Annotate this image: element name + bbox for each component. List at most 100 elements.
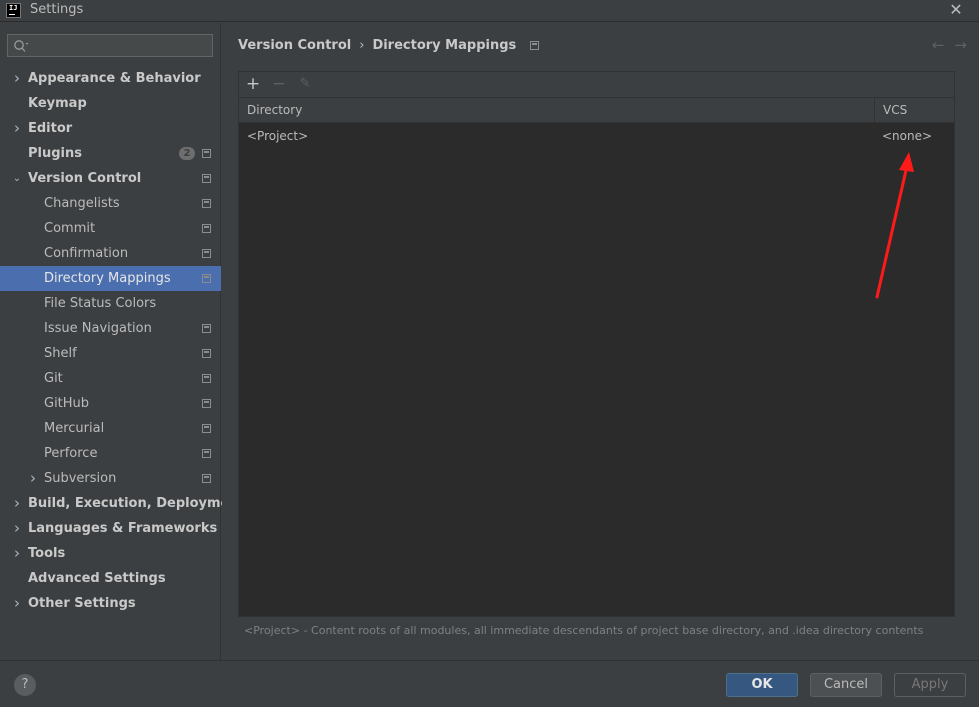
- breadcrumb: Version Control › Directory Mappings: [238, 38, 540, 53]
- project-settings-icon: [202, 374, 211, 383]
- sidebar-item-label: Git: [44, 371, 63, 386]
- intellij-logo-icon: IJ: [6, 3, 21, 18]
- chevron-right-icon[interactable]: ›: [12, 66, 22, 91]
- project-settings-icon: [202, 274, 211, 283]
- project-settings-icon: [202, 149, 211, 158]
- sidebar-item-tools[interactable]: › Tools: [0, 541, 221, 566]
- ok-button[interactable]: OK: [726, 673, 798, 697]
- project-settings-icon: [202, 224, 211, 233]
- sidebar-item-label: Languages & Frameworks: [28, 521, 218, 536]
- project-settings-icon: [202, 249, 211, 258]
- sidebar-item-label: Confirmation: [44, 246, 129, 261]
- title-bar: IJ Settings ✕: [0, 0, 979, 22]
- dialog-footer: ? OK Cancel Apply: [0, 660, 979, 707]
- sidebar-item-label: Changelists: [44, 196, 120, 211]
- edit-mapping-button[interactable]: ✎: [295, 74, 315, 94]
- chevron-right-icon[interactable]: ›: [12, 516, 22, 541]
- project-settings-icon: [202, 324, 211, 333]
- search-input[interactable]: [34, 36, 210, 55]
- sidebar-item-label: Keymap: [28, 96, 87, 111]
- directory-cell[interactable]: <Project>: [247, 124, 308, 148]
- sidebar-item-keymap[interactable]: Keymap: [0, 91, 221, 116]
- sidebar-item-version-control[interactable]: ⌄ Version Control: [0, 166, 221, 191]
- sidebar-item-label: Appearance & Behavior: [28, 71, 201, 86]
- sidebar-item-directory-mappings[interactable]: Directory Mappings: [0, 266, 221, 291]
- project-settings-icon: [202, 199, 211, 208]
- directory-mappings-panel: + − ✎ Directory VCS <Project> <none>: [238, 71, 955, 617]
- navigation-arrows: ← →: [922, 36, 967, 54]
- sidebar-item-label: Perforce: [44, 446, 98, 461]
- sidebar-item-label: Build, Execution, Deployment: [28, 496, 245, 511]
- sidebar-item-label: Mercurial: [44, 421, 105, 436]
- chevron-right-icon[interactable]: ›: [12, 591, 22, 616]
- settings-sidebar: › Appearance & Behavior Keymap › Editor Plugi…: [0, 23, 245, 660]
- sidebar-item-other-settings[interactable]: › Other Settings: [0, 591, 221, 616]
- sidebar-item-label: Version Control: [28, 171, 142, 186]
- forward-arrow-icon[interactable]: →: [954, 36, 967, 54]
- sidebar-item-changelists[interactable]: Changelists: [0, 191, 221, 216]
- sidebar-item-confirmation[interactable]: Confirmation: [0, 241, 221, 266]
- project-settings-icon: [202, 349, 211, 358]
- sidebar-item-appearance-behavior[interactable]: › Appearance & Behavior: [0, 66, 221, 91]
- settings-search-field[interactable]: [7, 34, 213, 57]
- sidebar-item-advanced-settings[interactable]: Advanced Settings: [0, 566, 221, 591]
- column-header-directory[interactable]: Directory: [239, 98, 875, 122]
- sidebar-item-mercurial[interactable]: Mercurial: [0, 416, 221, 441]
- help-button[interactable]: ?: [14, 674, 36, 696]
- breadcrumb-current: Directory Mappings: [372, 38, 517, 53]
- sidebar-item-label: Shelf: [44, 346, 77, 361]
- project-settings-icon: [530, 41, 540, 50]
- settings-tree: › Appearance & Behavior Keymap › Editor Plugi…: [0, 66, 245, 616]
- sidebar-item-label: File Status Colors: [44, 296, 157, 311]
- sidebar-item-file-status-colors[interactable]: File Status Colors: [0, 291, 221, 316]
- chevron-down-icon[interactable]: ⌄: [12, 166, 22, 191]
- updates-count-badge: 2: [179, 147, 195, 160]
- sidebar-item-issue-navigation[interactable]: Issue Navigation: [0, 316, 221, 341]
- sidebar-item-label: Directory Mappings: [44, 271, 171, 286]
- vcs-cell[interactable]: <none>: [882, 124, 932, 148]
- sidebar-item-shelf[interactable]: Shelf: [0, 341, 221, 366]
- sidebar-item-plugins[interactable]: Plugins 2: [0, 141, 221, 166]
- sidebar-item-editor[interactable]: › Editor: [0, 116, 221, 141]
- column-header-vcs[interactable]: VCS: [875, 98, 954, 122]
- sidebar-item-git[interactable]: Git: [0, 366, 221, 391]
- sidebar-item-perforce[interactable]: Perforce: [0, 441, 221, 466]
- sidebar-item-label: Editor: [28, 121, 73, 136]
- table-header: Directory VCS: [239, 97, 954, 123]
- project-settings-icon: [202, 424, 211, 433]
- search-icon: [14, 40, 29, 52]
- settings-content: Version Control › Directory Mappings ← → + …: [222, 23, 979, 660]
- project-settings-icon: [202, 174, 211, 183]
- chevron-right-icon[interactable]: ›: [12, 491, 22, 516]
- breadcrumb-separator: ›: [359, 38, 365, 53]
- sidebar-item-languages-frameworks[interactable]: › Languages & Frameworks: [0, 516, 221, 541]
- table-toolbar: + − ✎: [239, 72, 954, 97]
- sidebar-item-github[interactable]: GitHub: [0, 391, 221, 416]
- chevron-right-icon[interactable]: ›: [12, 116, 22, 141]
- sidebar-item-label: GitHub: [44, 396, 90, 411]
- project-settings-icon: [202, 474, 211, 483]
- sidebar-item-label: Tools: [28, 546, 66, 561]
- sidebar-item-subversion[interactable]: › Subversion: [0, 466, 221, 491]
- chevron-right-icon[interactable]: ›: [12, 541, 22, 566]
- table-row[interactable]: <Project> <none>: [239, 124, 954, 148]
- add-mapping-button[interactable]: +: [243, 74, 263, 94]
- mappings-table: Directory VCS <Project> <none>: [239, 97, 954, 616]
- project-settings-icon: [202, 449, 211, 458]
- chevron-right-icon[interactable]: ›: [28, 466, 38, 491]
- apply-button[interactable]: Apply: [894, 673, 966, 697]
- window-title: Settings: [30, 2, 84, 17]
- back-arrow-icon[interactable]: ←: [932, 36, 945, 54]
- breadcrumb-parent[interactable]: Version Control: [238, 38, 351, 53]
- project-settings-icon: [202, 399, 211, 408]
- mapping-hint-text: <Project> - Content roots of all modules…: [244, 624, 924, 637]
- sidebar-item-label: Other Settings: [28, 596, 136, 611]
- cancel-button[interactable]: Cancel: [810, 673, 882, 697]
- sidebar-item-label: Subversion: [44, 471, 117, 486]
- sidebar-item-build-execution-deployment[interactable]: › Build, Execution, Deployment: [0, 491, 245, 516]
- sidebar-item-label: Issue Navigation: [44, 321, 152, 336]
- remove-mapping-button[interactable]: −: [269, 74, 289, 94]
- sidebar-item-label: Commit: [44, 221, 96, 236]
- close-button[interactable]: ✕: [947, 1, 965, 19]
- sidebar-item-commit[interactable]: Commit: [0, 216, 221, 241]
